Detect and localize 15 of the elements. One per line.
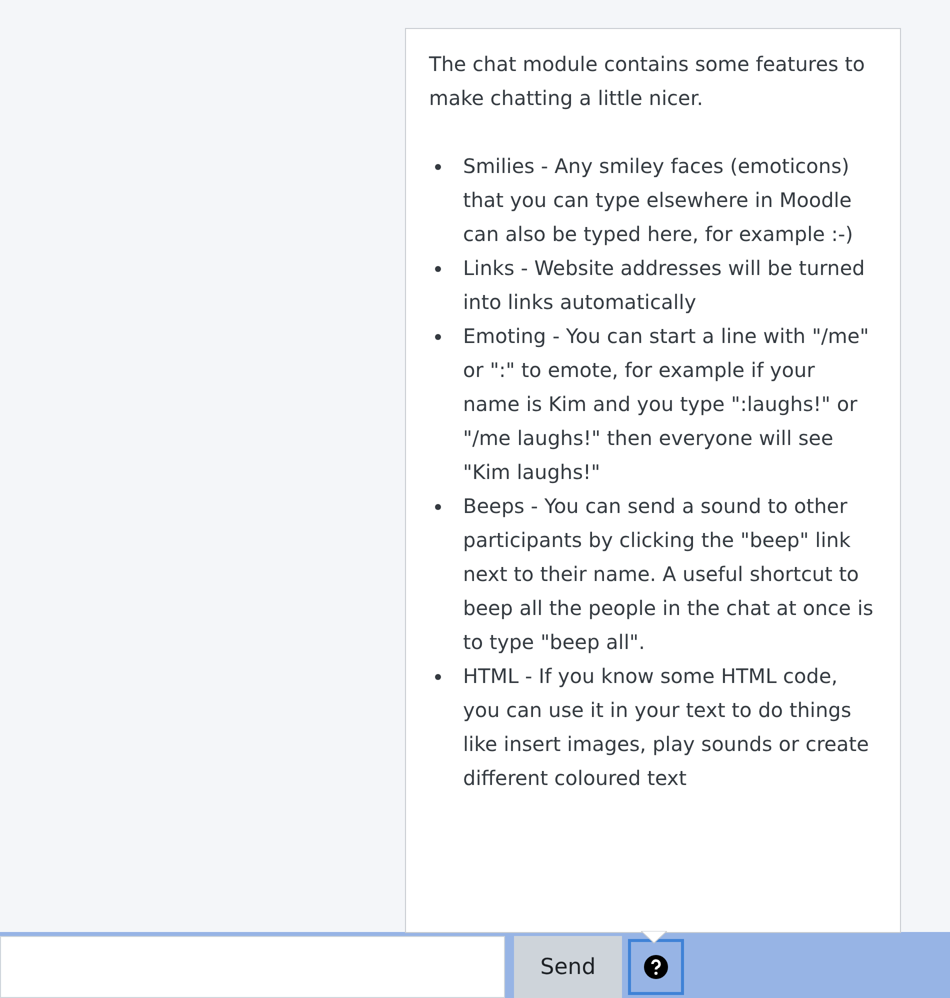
message-field[interactable] bbox=[0, 936, 505, 998]
help-intro: The chat module contains some features to make chatting a little nicer. bbox=[429, 51, 866, 112]
send-button[interactable]: Send bbox=[514, 936, 622, 998]
help-item: Emoting - You can start a line with "/me" or ":" to emote, for example if your name is Kim and you type ":laughs!" or "/me laughs!" then everyone will see "Kim laughs!" bbox=[463, 324, 869, 484]
bullet-icon bbox=[435, 674, 441, 680]
help-button[interactable] bbox=[628, 939, 684, 995]
bullet-icon bbox=[435, 164, 441, 170]
help-item: Links - Website addresses will be turned into links automatically bbox=[463, 256, 865, 314]
bullet-icon bbox=[435, 334, 441, 340]
help-icon bbox=[644, 955, 668, 979]
bullet-icon bbox=[435, 504, 441, 510]
help-item: Smilies - Any smiley faces (emoticons) that you can type elsewhere in Moodle can also be typed here, for example :-) bbox=[463, 154, 854, 246]
help-item: Beeps - You can send a sound to other participants by clicking the "beep" link next to their name. A useful shortcut to beep all the people in the chat at once is to type "beep all". bbox=[463, 494, 874, 654]
bullet-icon bbox=[435, 266, 441, 272]
help-item: HTML - If you know some HTML code, you can use it in your text to do things like insert images, play sounds or create different coloured text bbox=[463, 664, 869, 790]
